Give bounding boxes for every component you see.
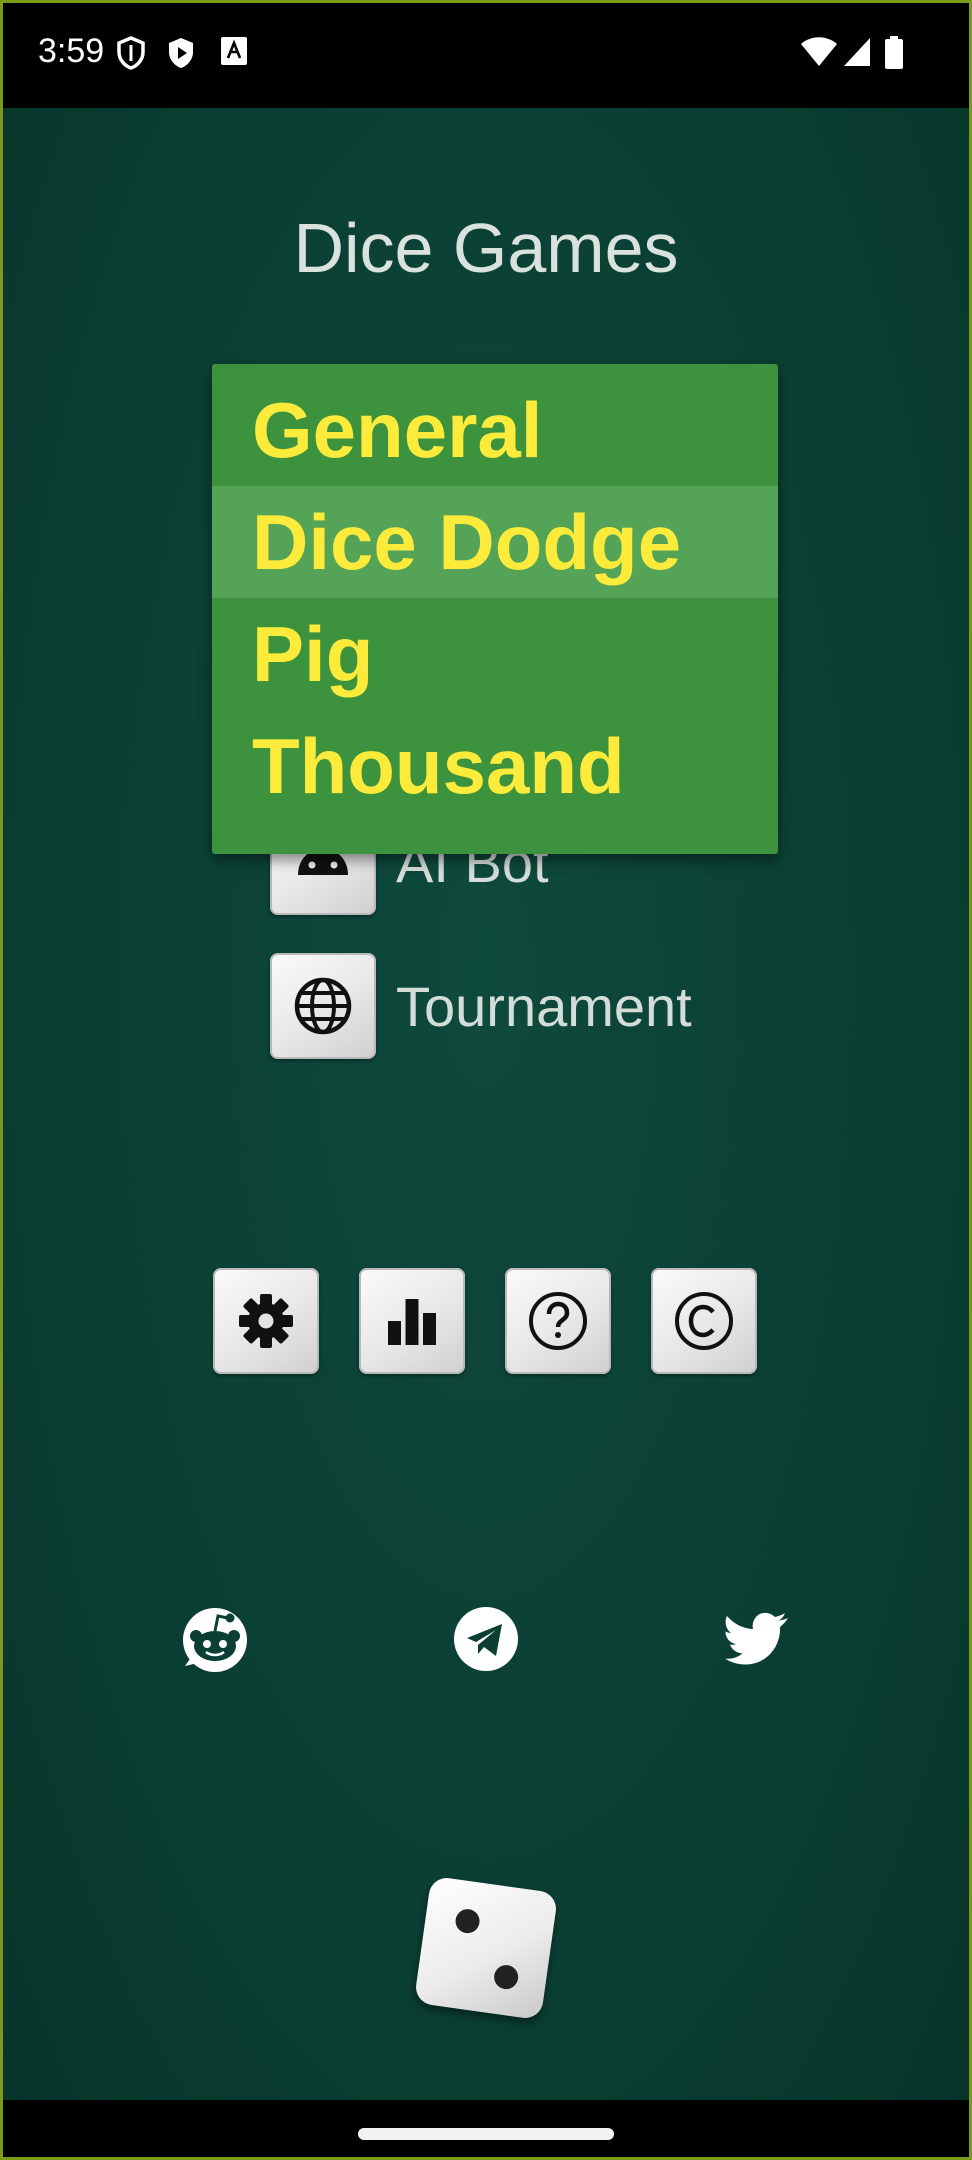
stats-icon — [388, 1299, 436, 1345]
die-pip — [492, 1963, 520, 1991]
menu-item-general[interactable]: General — [212, 374, 778, 486]
help-button[interactable] — [505, 1268, 611, 1374]
settings-button[interactable] — [213, 1268, 319, 1374]
app-title: Dice Games — [293, 209, 679, 287]
wifi-icon — [801, 37, 837, 66]
frame-border — [0, 0, 972, 2160]
gear-icon — [239, 1294, 293, 1348]
telegram-icon[interactable] — [451, 1604, 521, 1674]
menu-item-pig[interactable]: Pig — [212, 598, 778, 710]
status-time: 3:59 — [38, 32, 105, 70]
battery-icon — [885, 36, 903, 69]
help-icon — [529, 1292, 587, 1350]
status-bar: 3:59 — [0, 0, 972, 108]
globe-icon — [294, 977, 352, 1035]
play-protect-icon — [169, 38, 193, 68]
game-dropdown-menu: General Dice Dodge Pig Thousand — [212, 364, 778, 854]
screen: 3:59 Dice Games AI Bot Tournament Genera… — [0, 0, 972, 2160]
tournament-tile[interactable] — [270, 953, 376, 1059]
shield-icon — [117, 36, 145, 70]
copyright-button[interactable] — [651, 1268, 757, 1374]
font-icon — [221, 37, 247, 65]
stats-button[interactable] — [359, 1268, 465, 1374]
die[interactable] — [413, 1875, 559, 2021]
menu-item-thousand[interactable]: Thousand — [212, 710, 778, 822]
die-pip — [454, 1907, 482, 1935]
menu-item-dice-dodge[interactable]: Dice Dodge — [212, 486, 778, 598]
reddit-icon[interactable] — [180, 1604, 250, 1674]
twitter-icon[interactable] — [722, 1604, 792, 1674]
mode-tournament[interactable]: Tournament — [270, 952, 692, 1060]
signal-icon — [844, 38, 870, 66]
navigation-bar — [0, 2100, 972, 2160]
home-gesture-handle[interactable] — [358, 2128, 614, 2140]
copyright-icon — [675, 1292, 733, 1350]
tournament-label: Tournament — [396, 974, 692, 1038]
